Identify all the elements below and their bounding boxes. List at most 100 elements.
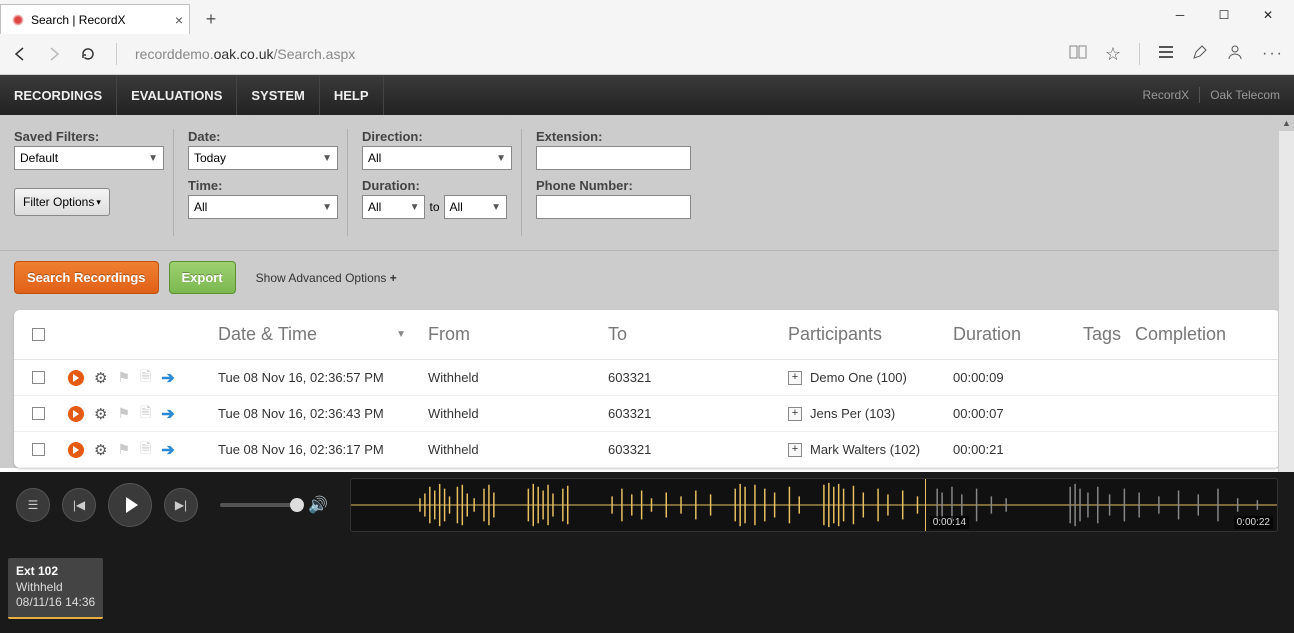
expand-icon[interactable]: +: [788, 443, 802, 457]
forward-button[interactable]: [44, 44, 64, 64]
col-completion[interactable]: Completion: [1129, 324, 1280, 345]
duration-label: Duration:: [362, 178, 507, 193]
direction-select[interactable]: All▼: [362, 146, 512, 170]
direction-label: Direction:: [362, 129, 507, 144]
reading-view-icon[interactable]: [1069, 44, 1087, 65]
time-select[interactable]: All▼: [188, 195, 338, 219]
date-label: Date:: [188, 129, 333, 144]
search-recordings-button[interactable]: Search Recordings: [14, 261, 159, 294]
saved-filters-label: Saved Filters:: [14, 129, 159, 144]
audio-player: ☰ |◀ ▶| 🔊: [0, 472, 1294, 633]
col-to[interactable]: To: [602, 324, 782, 345]
duration-to-select[interactable]: All▼: [444, 195, 507, 219]
new-tab-button[interactable]: +: [196, 4, 226, 34]
filter-options-button[interactable]: Filter Options▾: [14, 188, 110, 216]
results-table: Date & Time▼ From To Participants Durati…: [14, 310, 1280, 468]
col-from[interactable]: From: [422, 324, 602, 345]
gear-icon[interactable]: ⚙: [94, 405, 107, 423]
duration-from-select[interactable]: All▼: [362, 195, 425, 219]
extension-input[interactable]: [536, 146, 691, 170]
phone-label: Phone Number:: [536, 178, 692, 193]
chevron-down-icon: ▼: [322, 202, 332, 213]
play-icon[interactable]: [68, 442, 84, 458]
nav-evaluations[interactable]: EVALUATIONS: [117, 75, 237, 115]
favorite-icon[interactable]: ☆: [1105, 44, 1121, 65]
col-duration[interactable]: Duration: [947, 324, 1077, 345]
now-playing-chip[interactable]: Ext 102 Withheld 08/11/16 14:36: [8, 558, 103, 619]
filter-panel: Saved Filters: Default▼ Filter Options▾ …: [0, 115, 1294, 251]
play-icon[interactable]: [68, 406, 84, 422]
chevron-down-icon: ▼: [496, 153, 506, 164]
phone-input[interactable]: [536, 195, 691, 219]
flag-icon[interactable]: ⚑: [117, 441, 130, 458]
time-label: Time:: [188, 178, 333, 193]
volume-icon[interactable]: 🔊: [308, 495, 328, 515]
player-next-button[interactable]: ▶|: [164, 488, 198, 522]
window-maximize-icon[interactable]: ☐: [1202, 0, 1246, 30]
brand-oak[interactable]: Oak Telecom: [1210, 88, 1280, 102]
sort-desc-icon: ▼: [396, 329, 416, 340]
row-checkbox[interactable]: [32, 443, 45, 456]
export-button[interactable]: Export: [169, 261, 236, 294]
select-all-checkbox[interactable]: [32, 328, 45, 341]
table-row[interactable]: ⚙ ⚑ 🗎 ➔ Tue 08 Nov 16, 02:36:17 PM Withh…: [14, 432, 1280, 468]
address-bar[interactable]: recorddemo.oak.co.uk/Search.aspx: [135, 46, 355, 62]
col-participants[interactable]: Participants: [782, 324, 947, 345]
more-icon[interactable]: ···: [1262, 45, 1284, 63]
col-date[interactable]: Date & Time▼: [212, 324, 422, 345]
expand-icon[interactable]: +: [788, 407, 802, 421]
gear-icon[interactable]: ⚙: [94, 441, 107, 459]
tab-close-icon[interactable]: ×: [175, 12, 183, 28]
gear-icon[interactable]: ⚙: [94, 369, 107, 387]
nav-system[interactable]: SYSTEM: [237, 75, 319, 115]
player-play-button[interactable]: [108, 483, 152, 527]
window-minimize-icon[interactable]: ─: [1158, 0, 1202, 30]
player-prev-button[interactable]: |◀: [62, 488, 96, 522]
nav-recordings[interactable]: RECORDINGS: [14, 75, 117, 115]
date-select[interactable]: Today▼: [188, 146, 338, 170]
row-checkbox[interactable]: [32, 371, 45, 384]
share-icon[interactable]: [1226, 44, 1244, 65]
table-row[interactable]: ⚙ ⚑ 🗎 ➔ Tue 08 Nov 16, 02:36:43 PM Withh…: [14, 396, 1280, 432]
app-top-nav: RECORDINGS EVALUATIONS SYSTEM HELP Recor…: [0, 75, 1294, 115]
notes-icon[interactable]: [1192, 44, 1208, 65]
back-button[interactable]: [10, 44, 30, 64]
player-menu-button[interactable]: ☰: [16, 488, 50, 522]
page-scrollbar[interactable]: ▲: [1278, 115, 1294, 472]
chevron-down-icon: ▾: [96, 197, 101, 208]
refresh-button[interactable]: [78, 44, 98, 64]
direction-arrow-icon: ➔: [161, 404, 174, 424]
document-icon[interactable]: 🗎: [140, 438, 151, 462]
playhead[interactable]: [925, 479, 926, 531]
brand-recordx[interactable]: RecordX: [1143, 88, 1190, 102]
browser-tab[interactable]: Search | RecordX ×: [0, 4, 190, 34]
flag-icon[interactable]: ⚑: [117, 405, 130, 422]
direction-arrow-icon: ➔: [161, 368, 174, 388]
document-icon[interactable]: 🗎: [140, 366, 151, 390]
chevron-down-icon: ▼: [322, 153, 332, 164]
action-bar: Search Recordings Export Show Advanced O…: [0, 251, 1294, 310]
window-close-icon[interactable]: ✕: [1246, 0, 1290, 30]
row-checkbox[interactable]: [32, 407, 45, 420]
chevron-down-icon: ▼: [148, 153, 158, 164]
time-current: 0:00:14: [930, 516, 969, 529]
waveform[interactable]: 0:00:14 0:00:22: [350, 478, 1278, 532]
favicon-icon: [11, 13, 25, 27]
volume-slider[interactable]: [220, 503, 300, 507]
direction-arrow-icon: ➔: [161, 440, 174, 460]
col-tags[interactable]: Tags: [1077, 324, 1129, 345]
plus-icon: +: [390, 271, 397, 285]
time-total: 0:00:22: [1234, 516, 1273, 529]
duration-to-word: to: [429, 200, 439, 214]
chevron-down-icon: ▼: [491, 202, 501, 213]
chevron-down-icon: ▼: [410, 202, 420, 213]
flag-icon[interactable]: ⚑: [117, 369, 130, 386]
nav-help[interactable]: HELP: [320, 75, 384, 115]
saved-filters-select[interactable]: Default▼: [14, 146, 164, 170]
hub-icon[interactable]: [1158, 45, 1174, 64]
play-icon[interactable]: [68, 370, 84, 386]
document-icon[interactable]: 🗎: [140, 402, 151, 426]
table-row[interactable]: ⚙ ⚑ 🗎 ➔ Tue 08 Nov 16, 02:36:57 PM Withh…: [14, 360, 1280, 396]
show-advanced-link[interactable]: Show Advanced Options +: [256, 271, 397, 285]
expand-icon[interactable]: +: [788, 371, 802, 385]
